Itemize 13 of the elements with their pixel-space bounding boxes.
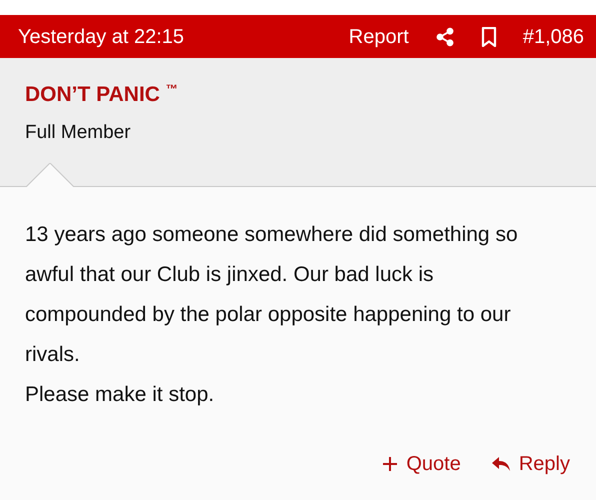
plus-icon	[382, 456, 398, 472]
post-time: Yesterday at 22:15	[18, 24, 184, 50]
share-icon[interactable]	[434, 26, 455, 46]
report-link[interactable]: Report	[348, 22, 409, 52]
quote-link[interactable]: Quote	[382, 449, 461, 479]
post-text: Please make it stop.	[25, 382, 216, 408]
author-name[interactable]: DON’T PANIC $^{™}$	[25, 82, 571, 108]
post-number-link[interactable]: #1,086	[522, 22, 584, 52]
post-text: 13 years ago someone somewhere did something so awful that our Club is jinxed. Our bad luck is compounded by the polar opposite happening to our rivals.	[25, 222, 519, 368]
reply-link[interactable]: Reply	[490, 449, 570, 479]
bookmark-icon[interactable]	[480, 26, 497, 46]
user-title: Full Member	[25, 121, 132, 146]
reply-arrow-icon	[490, 456, 511, 472]
